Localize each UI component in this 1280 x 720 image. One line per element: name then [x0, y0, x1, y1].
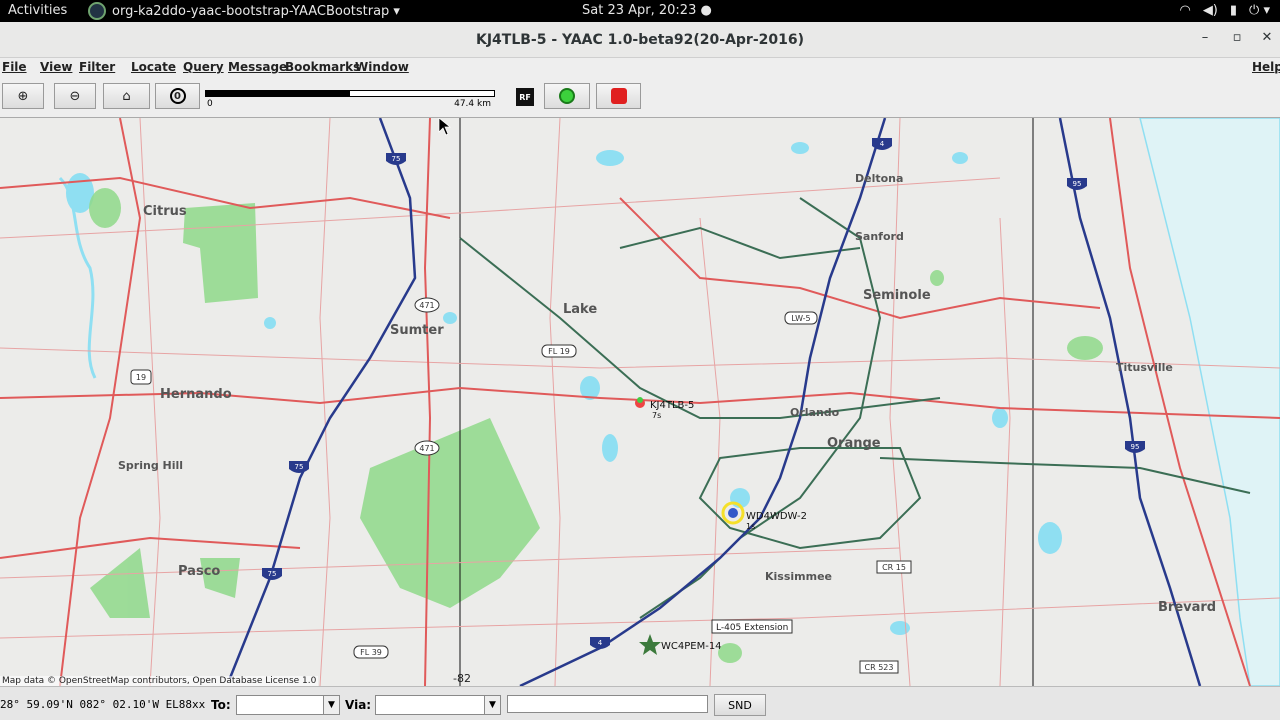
zoom-out-icon: ⊖ [69, 88, 81, 104]
reset-button[interactable]: 0 [155, 83, 200, 109]
station-kj4tlb-5[interactable]: KJ4TLB-5 7s [635, 397, 694, 420]
cursor-coordinates: 28° 59.09'N 082° 02.10'W EL88xx [0, 698, 206, 711]
clock[interactable]: Sat 23 Apr, 20:23 ● [582, 3, 712, 18]
shield-label: 471 [419, 301, 434, 310]
station-age: 1s [746, 522, 755, 531]
chevron-down-icon[interactable]: ▼ [484, 696, 500, 714]
shield-label: CR 523 [865, 663, 894, 672]
minimize-button[interactable]: – [1195, 30, 1215, 45]
map-attribution: Map data © OpenStreetMap contributors, O… [0, 676, 319, 686]
place-label: Hernando [160, 387, 232, 402]
wifi-icon: ◠ [1179, 3, 1191, 18]
send-button[interactable]: SND [714, 694, 766, 716]
scale-bar-graphic [205, 90, 495, 97]
menu-query[interactable]: Query [183, 60, 224, 74]
parks [89, 188, 1103, 663]
place-label: Deltona [855, 172, 903, 185]
system-tray[interactable]: ◠ ◀) ▮ ⏻ ▾ [1179, 3, 1270, 18]
green-light-icon [559, 88, 575, 104]
reset-icon: 0 [169, 88, 186, 104]
rail-lines [459, 197, 1251, 619]
volume-icon: ◀) [1202, 3, 1218, 18]
station-callsign: WC4PEM-14 [661, 641, 722, 652]
shield-label: 4 [598, 639, 603, 647]
menu-window[interactable]: Window [355, 60, 409, 74]
power-icon: ⏻ ▾ [1249, 3, 1270, 18]
shield-label: 95 [1073, 180, 1082, 188]
place-label: Orlando [790, 406, 840, 419]
shield-label: FL 19 [548, 347, 570, 356]
via-combo[interactable]: ▼ [375, 695, 501, 715]
shield-label: 471 [419, 444, 434, 453]
activities-button[interactable]: Activities [8, 3, 67, 18]
app-icon [88, 2, 106, 20]
maximize-button[interactable]: ▫ [1227, 30, 1247, 45]
mouse-cursor-icon [438, 118, 451, 136]
shield-label: 4 [880, 140, 885, 148]
place-label: Sumter [390, 323, 444, 338]
place-label: Sanford [855, 230, 904, 243]
place-label: Brevard [1158, 600, 1216, 615]
shield-label: 75 [295, 463, 304, 471]
home-icon: ⌂ [122, 88, 131, 104]
place-label: Lake [563, 302, 597, 317]
menu-help[interactable]: Help [1252, 60, 1280, 74]
shield-label: 75 [392, 155, 401, 163]
menu-locate[interactable]: Locate [131, 60, 176, 74]
close-button[interactable]: ✕ [1257, 30, 1277, 45]
label-box: L-405 Extension [711, 619, 793, 634]
map-graphics[interactable]: 75 4 95 75 75 4 95 471 FL 19 19 471 LW-5… [0, 118, 1280, 686]
place-label: Spring Hill [118, 459, 183, 472]
place-label: Seminole [863, 288, 931, 303]
scale-start-label: 0 [207, 99, 213, 109]
place-label: Pasco [178, 564, 220, 579]
grid-number-label: -82 [453, 672, 471, 685]
chevron-down-icon[interactable]: ▼ [323, 696, 339, 714]
map-scale-bar: 0 47.4 km [205, 90, 495, 109]
menu-view[interactable]: View [40, 60, 72, 74]
go-button[interactable] [544, 83, 590, 109]
place-label: Citrus [143, 204, 187, 219]
to-label: To: [211, 698, 231, 712]
system-top-bar: Activities org-ka2ddo-yaac-bootstrap-YAA… [0, 0, 1280, 22]
window-title-bar: KJ4TLB-5 - YAAC 1.0-beta92(20-Apr-2016) … [0, 22, 1280, 58]
label-box-text: L-405 Extension [716, 623, 788, 633]
menu-bookmarks[interactable]: Bookmarks [285, 60, 360, 74]
window-title: KJ4TLB-5 - YAAC 1.0-beta92(20-Apr-2016) [475, 32, 805, 48]
rf-port-indicator[interactable]: RF [516, 88, 534, 106]
zoom-in-button[interactable]: ⊕ [2, 83, 44, 109]
zoom-in-icon: ⊕ [17, 88, 29, 104]
status-bar: 28° 59.09'N 082° 02.10'W EL88xx To: ▼ Vi… [0, 686, 1280, 720]
message-input[interactable] [507, 695, 708, 713]
menu-bar: File View Filter Locate Query Message Bo… [0, 58, 1280, 78]
station-age: 7s [652, 411, 661, 420]
station-wc4pem-14[interactable]: WC4PEM-14 [639, 634, 722, 655]
shield-label: CR 15 [882, 563, 906, 572]
app-menu-label: org-ka2ddo-yaac-bootstrap-YAACBootstrap … [112, 3, 400, 19]
menu-filter[interactable]: Filter [79, 60, 115, 74]
place-label: Titusville [1116, 361, 1173, 374]
app-menu[interactable]: org-ka2ddo-yaac-bootstrap-YAACBootstrap … [88, 2, 400, 20]
menu-message[interactable]: Message [228, 60, 287, 74]
home-button[interactable]: ⌂ [103, 83, 150, 109]
scale-end-label: 47.4 km [454, 99, 491, 109]
shield-label: 75 [268, 570, 277, 578]
map-canvas[interactable]: 75 4 95 75 75 4 95 471 FL 19 19 471 LW-5… [0, 118, 1280, 686]
shield-label: LW-5 [791, 314, 810, 323]
stop-sign-icon [610, 88, 627, 104]
shield-label: FL 39 [360, 648, 382, 657]
zoom-out-button[interactable]: ⊖ [54, 83, 96, 109]
place-label: Orange [827, 436, 881, 451]
via-label: Via: [345, 698, 372, 712]
shield-label: 19 [136, 373, 146, 382]
toolbar: ⊕ ⊖ ⌂ 0 0 47.4 km RF [0, 78, 1280, 118]
to-combo[interactable]: ▼ [236, 695, 340, 715]
place-label: Kissimmee [765, 570, 832, 583]
station-callsign: KJ4TLB-5 [650, 400, 694, 411]
shield-label: 95 [1131, 443, 1140, 451]
menu-file[interactable]: File [2, 60, 27, 74]
battery-icon: ▮ [1229, 3, 1238, 18]
stop-button[interactable] [596, 83, 641, 109]
station-callsign: WD4WDW-2 [746, 511, 807, 522]
